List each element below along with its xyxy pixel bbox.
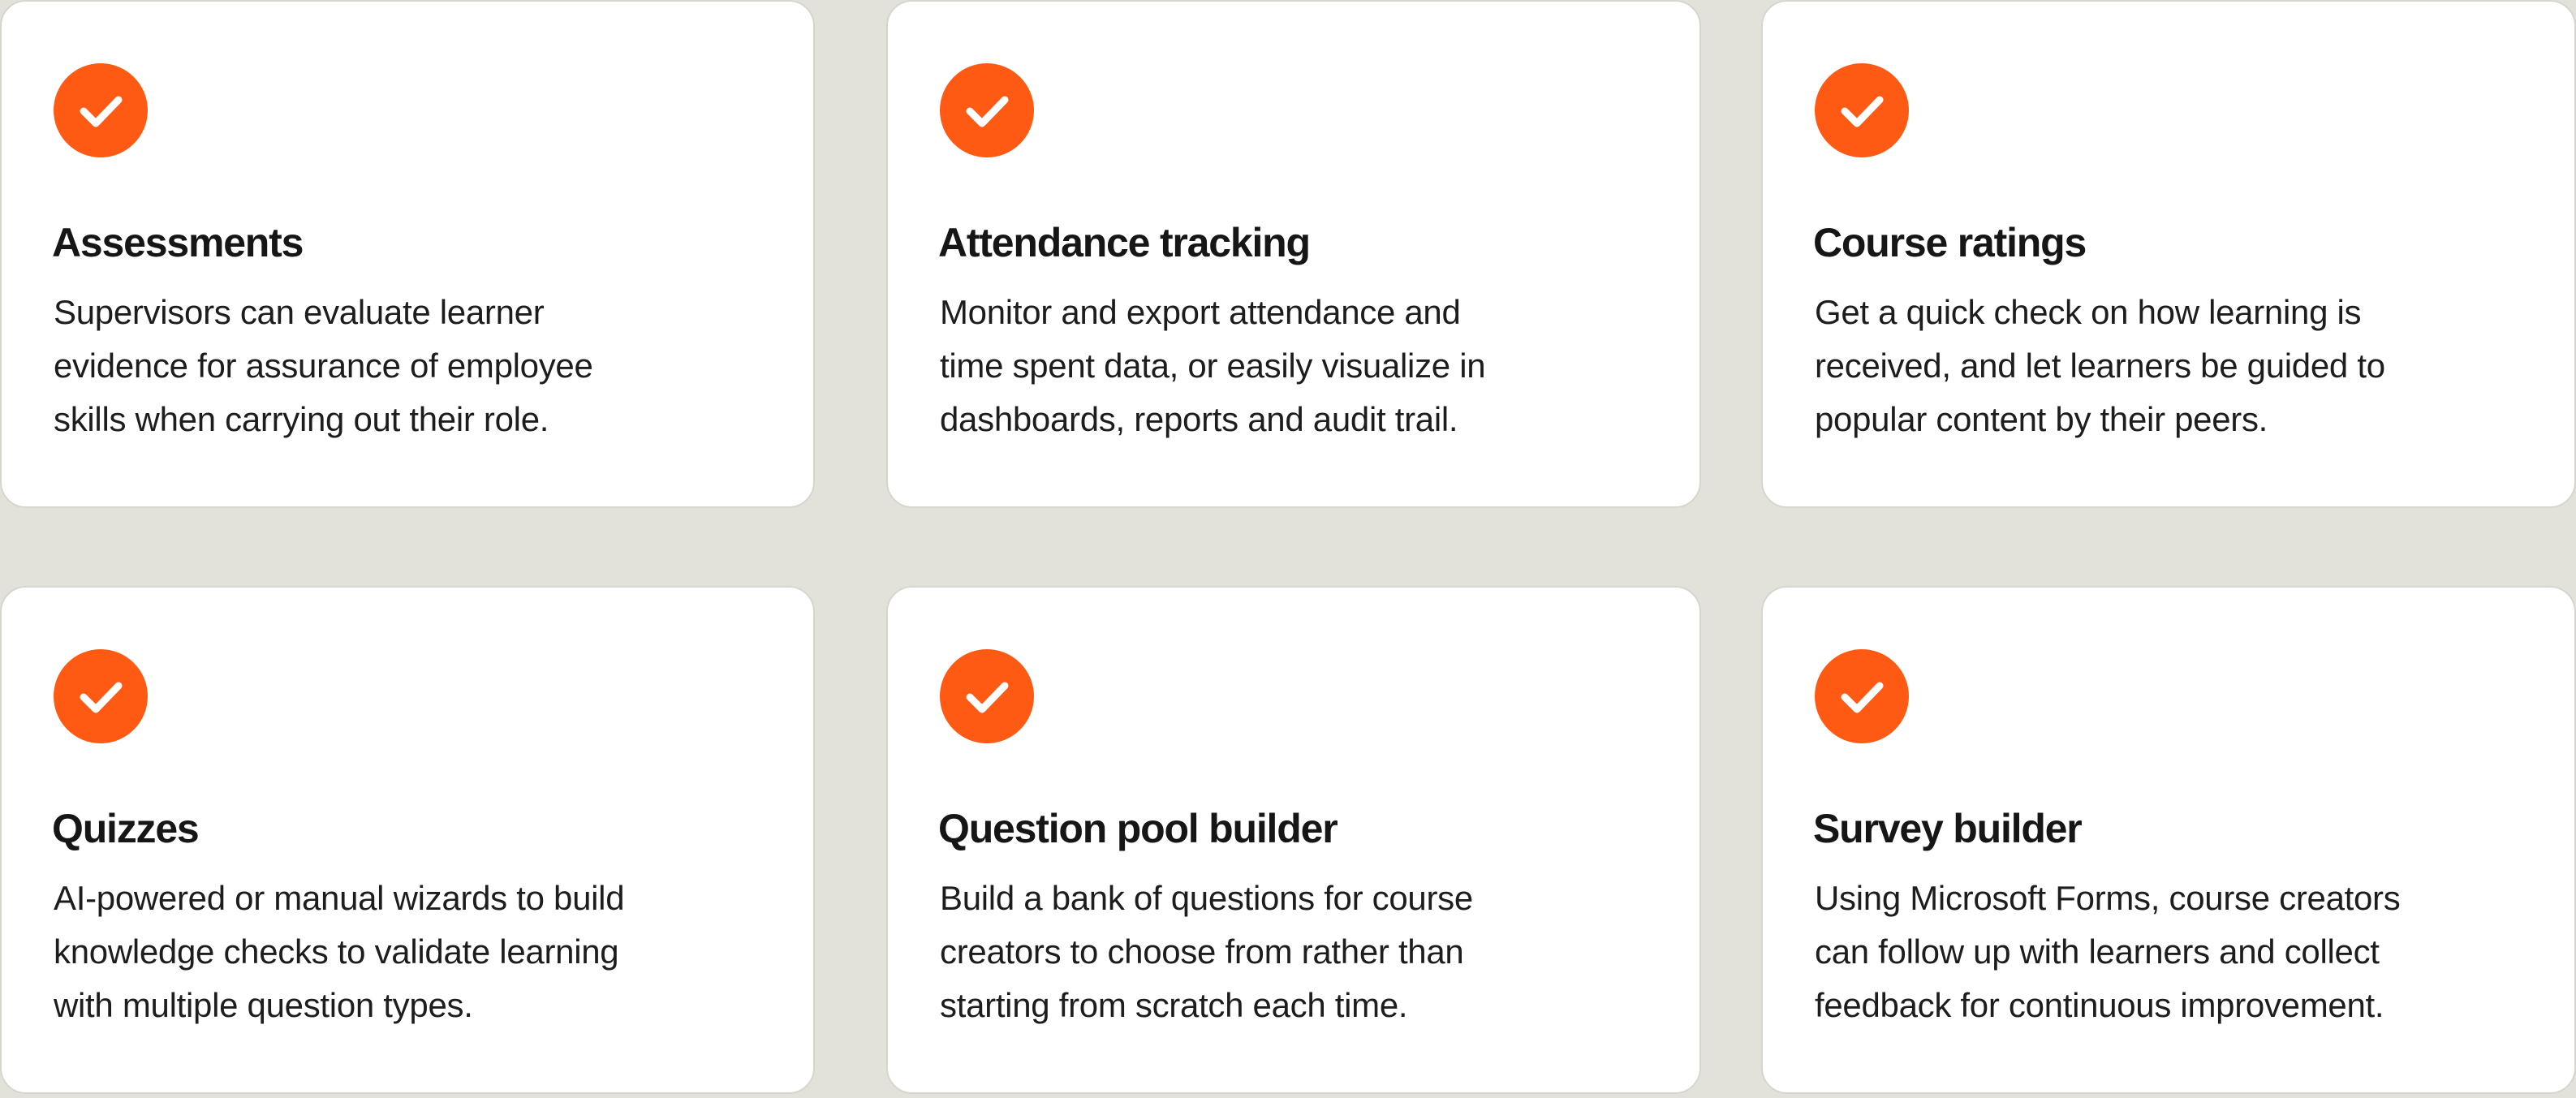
feature-card-assessments: Assessments Supervisors can evaluate lea… bbox=[0, 0, 815, 508]
card-title: Question pool builder bbox=[938, 806, 1338, 851]
card-description: Using Microsoft Forms, course creators c… bbox=[1815, 879, 2401, 1024]
card-title: Course ratings bbox=[1813, 220, 2087, 265]
feature-card-question-pool-builder: Question pool builder Build a bank of qu… bbox=[886, 586, 1701, 1094]
card-description: Monitor and export attendance and time s… bbox=[940, 293, 1486, 438]
card-title: Quizzes bbox=[52, 806, 200, 851]
card-title: Attendance tracking bbox=[938, 220, 1311, 265]
checkmark-icon bbox=[1815, 649, 1909, 743]
card-title: Assessments bbox=[52, 220, 304, 265]
feature-card-survey-builder: Survey builder Using Microsoft Forms, co… bbox=[1761, 586, 2576, 1094]
checkmark-icon bbox=[940, 649, 1034, 743]
card-description: Supervisors can evaluate learner evidenc… bbox=[54, 293, 593, 438]
card-title: Survey builder bbox=[1813, 806, 2083, 851]
feature-card-course-ratings: Course ratings Get a quick check on how … bbox=[1761, 0, 2576, 508]
checkmark-icon bbox=[940, 63, 1034, 157]
feature-card-quizzes: Quizzes AI-powered or manual wizards to … bbox=[0, 586, 815, 1094]
card-description: Get a quick check on how learning is rec… bbox=[1815, 293, 2385, 438]
checkmark-icon bbox=[54, 63, 148, 157]
feature-card-attendance-tracking: Attendance tracking Monitor and export a… bbox=[886, 0, 1701, 508]
card-description: Build a bank of questions for course cre… bbox=[940, 879, 1473, 1024]
card-description: AI-powered or manual wizards to build kn… bbox=[54, 879, 625, 1024]
checkmark-icon bbox=[1815, 63, 1909, 157]
checkmark-icon bbox=[54, 649, 148, 743]
